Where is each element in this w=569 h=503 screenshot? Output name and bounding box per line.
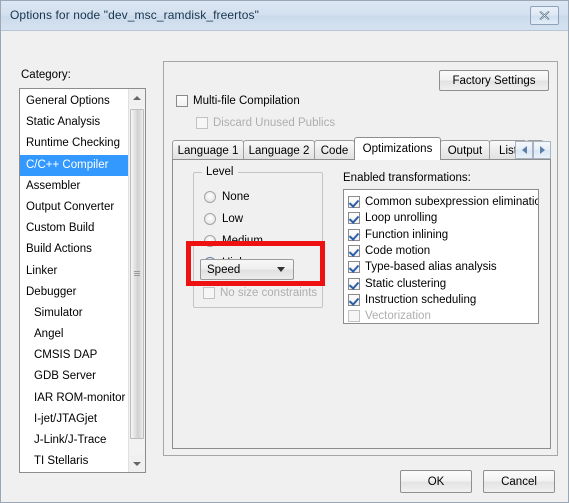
level-radio-low[interactable]: Low [204,213,243,225]
transformation-item[interactable]: Common subexpression elimination [348,194,538,210]
window-title: Options for node "dev_msc_ramdisk_freert… [10,8,259,22]
optimizations-tab-page: Level NoneLowMediumHigh Speed No size co… [172,159,551,449]
checkbox-icon [176,95,188,107]
category-item[interactable]: TI Stellaris [20,451,130,472]
transformation-item: Vectorization [348,308,538,323]
scrollbar-thumb[interactable] [130,109,144,439]
transformation-label: Static clustering [365,277,447,290]
category-listbox[interactable]: General Options Static Analysis Runtime Ch… [19,88,146,473]
checkbox-icon [348,245,360,258]
radio-icon [204,213,216,225]
chevron-left-icon [521,146,527,154]
tab-optimizations[interactable]: Optimizations [354,137,441,160]
radio-icon [204,235,216,247]
checkbox-icon [348,212,360,225]
multi-file-compilation-label: Multi-file Compilation [193,95,300,107]
category-scrollbar[interactable] [128,89,145,472]
ok-button[interactable]: OK [400,470,472,493]
transformation-item[interactable]: Loop unrolling [348,210,538,226]
transformation-label: Type-based alias analysis [365,261,497,274]
tab-language-2[interactable]: Language 2 [243,140,315,160]
transformation-label: Common subexpression elimination [365,196,539,209]
triangle-down-icon [133,461,141,466]
enabled-transformations-list[interactable]: Common subexpression elimination Loop unr… [343,189,539,324]
category-item[interactable]: Simulator [20,303,130,324]
level-legend: Level [202,166,238,178]
grip-icon [134,271,140,277]
category-item[interactable]: Runtime Checking [20,133,130,154]
level-radio-medium[interactable]: Medium [204,235,263,247]
tab-language-1[interactable]: Language 1 [172,140,244,160]
tab-output[interactable]: Output [440,140,490,160]
transformation-item[interactable]: Static clustering [348,275,538,291]
triangle-up-icon [133,95,141,100]
category-item[interactable]: Assembler [20,176,130,197]
optimization-target-value: Speed [207,263,241,276]
checkbox-icon [348,310,360,323]
checkbox-icon [348,196,360,209]
chevron-right-icon [539,146,545,154]
multi-file-compilation-checkbox[interactable]: Multi-file Compilation [176,95,300,107]
no-size-constraints-label: No size constraints [220,287,318,299]
checkbox-icon [348,261,360,274]
options-dialog: Options for node "dev_msc_ramdisk_freert… [0,0,569,503]
category-item[interactable]: IAR ROM-monitor [20,388,130,409]
category-item[interactable]: GDB Server [20,366,130,387]
tab-strip: Language 1 Language 2 Code Optimizations Out… [172,137,551,160]
category-item[interactable]: I-jet/JTAGjet [20,409,130,430]
level-radio-none[interactable]: None [204,191,250,203]
cancel-button[interactable]: Cancel [483,470,555,493]
scroll-up-button[interactable] [129,89,145,106]
tab-scroll-left-button[interactable] [515,141,533,159]
checkbox-icon [203,287,215,299]
transformation-label: Function inlining [365,228,449,241]
title-bar: Options for node "dev_msc_ramdisk_freert… [1,1,568,31]
level-radio-label: None [222,191,250,203]
discard-unused-publics-label: Discard Unused Publics [213,117,336,129]
close-icon [539,10,550,21]
category-item[interactable]: Static Analysis [20,112,130,133]
category-item-container: General Options Static Analysis Runtime Ch… [20,91,130,473]
scroll-down-button[interactable] [129,455,145,472]
transformation-item[interactable]: Instruction scheduling [348,292,538,308]
category-label: Category: [21,69,71,81]
category-item[interactable]: Custom Build [20,218,130,239]
checkbox-icon [348,293,360,306]
transformation-item[interactable]: Function inlining [348,227,538,243]
chevron-down-icon [277,267,285,272]
checkbox-icon [196,117,208,129]
tab-code[interactable]: Code [314,140,355,160]
category-item[interactable]: General Options [20,91,130,112]
category-item[interactable]: Output Converter [20,197,130,218]
checkbox-icon [348,277,360,290]
close-button[interactable] [530,6,559,25]
transformation-item[interactable]: Type-based alias analysis [348,259,538,275]
checkbox-icon [348,228,360,241]
factory-settings-button[interactable]: Factory Settings [439,70,549,91]
optimization-target-dropdown[interactable]: Speed [200,259,294,280]
transformation-label: Vectorization [365,310,431,323]
category-item[interactable]: Build Actions [20,239,130,260]
tab-nav-buttons [515,141,551,159]
category-item[interactable]: Macraigor [20,472,130,473]
discard-unused-publics-checkbox: Discard Unused Publics [196,117,335,129]
level-radio-label: Low [222,213,244,225]
category-item[interactable]: C/C++ Compiler [20,154,130,176]
category-item[interactable]: J-Link/J-Trace [20,430,130,451]
category-item[interactable]: Angel [20,324,130,345]
transformation-item[interactable]: Code motion [348,243,538,259]
transformation-label: Loop unrolling [365,212,438,225]
category-item[interactable]: Linker [20,261,130,282]
enabled-transformations-label: Enabled transformations: [343,172,471,184]
tab-scroll-right-button[interactable] [533,141,551,159]
category-item[interactable]: Debugger [20,282,130,303]
radio-icon [204,191,216,203]
transformation-label: Instruction scheduling [365,293,477,306]
category-item[interactable]: CMSIS DAP [20,345,130,366]
transformation-label: Code motion [365,245,431,258]
level-radio-label: Medium [222,235,263,247]
no-size-constraints-checkbox: No size constraints [203,287,317,299]
options-panel: Factory Settings Multi-file Compilation … [163,61,558,456]
